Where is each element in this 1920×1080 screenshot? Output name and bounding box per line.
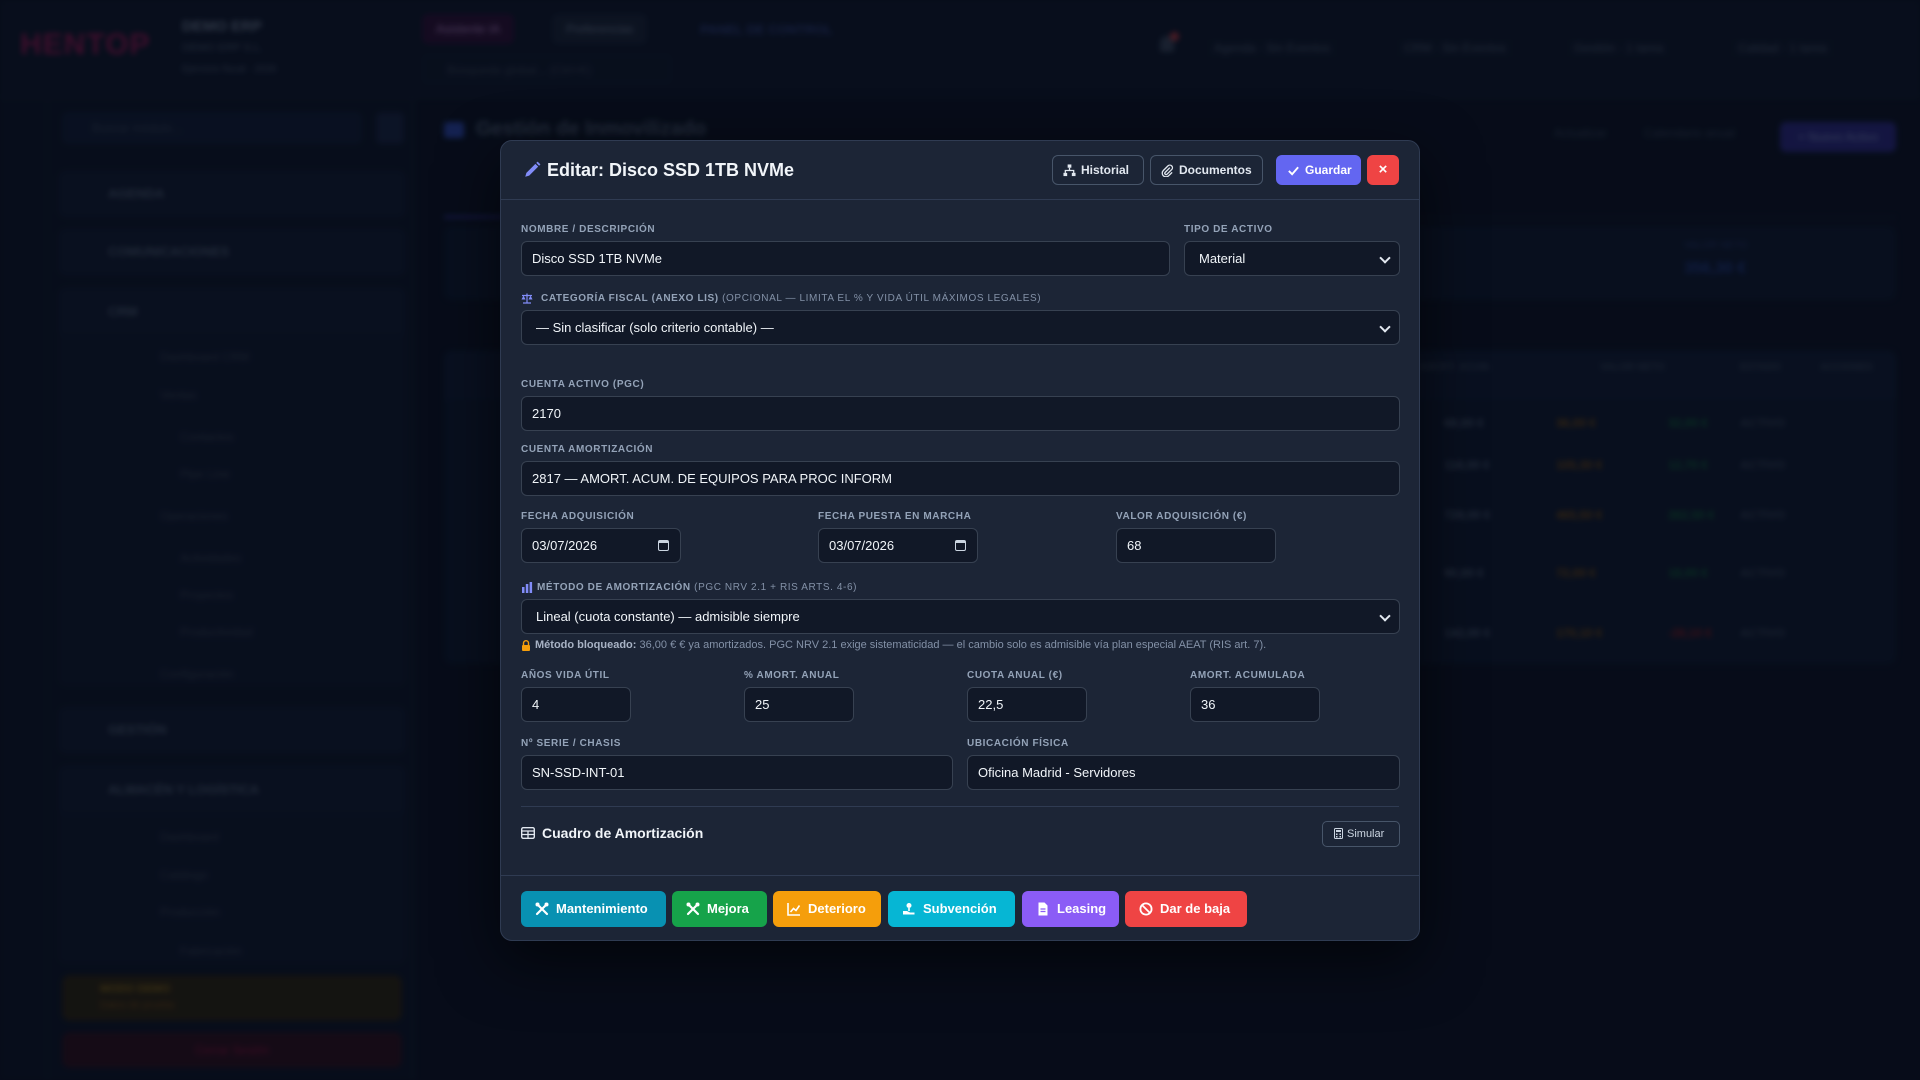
fecha-marcha-value: 03/07/2026 — [829, 538, 895, 553]
cuenta-activo-label: CUENTA ACTIVO (PGC) — [521, 379, 645, 390]
simular-button[interactable]: Simular — [1322, 821, 1400, 847]
metodo-select[interactable]: Lineal (cuota constante) — admisible sie… — [521, 599, 1400, 634]
cuota-anual-label: CUOTA ANUAL (€) — [967, 670, 1063, 681]
section-divider — [521, 806, 1399, 807]
fecha-marcha-label: FECHA PUESTA EN MARCHA — [818, 511, 972, 522]
pct-amort-input[interactable]: 25 — [744, 687, 854, 722]
dar-de-baja-label: Dar de baja — [1160, 901, 1231, 916]
modal-header: Editar: Disco SSD 1TB NVMe Historial Doc… — [501, 141, 1419, 200]
modal-title: Editar: Disco SSD 1TB NVMe — [547, 160, 795, 180]
tipo-activo-select[interactable]: Material — [1184, 241, 1400, 276]
ubicacion-input[interactable]: Oficina Madrid - Servidores — [967, 755, 1400, 790]
pct-amort-label: % AMORT. ANUAL — [744, 670, 840, 681]
subvencion-label: Subvención — [923, 901, 997, 916]
lock-icon — [522, 640, 530, 651]
serie-input[interactable]: SN-SSD-INT-01 — [521, 755, 953, 790]
fecha-adquisicion-label: FECHA ADQUISICIÓN — [521, 511, 635, 522]
pencil-icon — [525, 161, 541, 177]
valor-adquisicion-label: VALOR ADQUISICIÓN (€) — [1116, 511, 1247, 522]
simular-label: Simular — [1347, 828, 1385, 840]
documentos-label: Documentos — [1179, 163, 1252, 177]
calculator-icon — [1334, 828, 1343, 839]
close-button[interactable]: × — [1367, 155, 1399, 185]
metodo-bloqueado-text: 36,00 € € ya amortizados. PGC NRV 2.1 ex… — [639, 639, 1267, 651]
scale-icon — [521, 293, 533, 304]
edit-asset-modal: Editar: Disco SSD 1TB NVMe Historial Doc… — [500, 140, 1420, 941]
deterioro-label: Deterioro — [808, 901, 866, 916]
leasing-label: Leasing — [1057, 901, 1107, 916]
documentos-button[interactable]: Documentos — [1150, 155, 1263, 185]
cuadro-amortizacion-title: Cuadro de Amortización — [542, 825, 704, 841]
nombre-label: NOMBRE / DESCRIPCIÓN — [521, 224, 656, 235]
chart-line-icon — [787, 903, 801, 916]
categoria-note: (OPCIONAL — LIMITA EL % Y VIDA ÚTIL MÁXI… — [722, 293, 1042, 304]
historial-label: Historial — [1081, 163, 1130, 177]
cuenta-amortizacion-input[interactable]: 2817 — AMORT. ACUM. DE EQUIPOS PARA PROC… — [521, 461, 1400, 496]
anos-vida-input[interactable]: 4 — [521, 687, 631, 722]
modal-footer-divider — [501, 875, 1419, 876]
subvencion-button[interactable]: Subvención — [888, 891, 1015, 927]
historial-button[interactable]: Historial — [1052, 155, 1144, 185]
amort-acumulada-input[interactable]: 36 — [1190, 687, 1320, 722]
fecha-marcha-input[interactable]: 03/07/2026 — [818, 528, 978, 563]
file-contract-icon — [1038, 902, 1048, 916]
bar-chart-icon — [522, 582, 533, 593]
cuenta-activo-input[interactable]: 2170 — [521, 396, 1400, 431]
fecha-adquisicion-input[interactable]: 03/07/2026 — [521, 528, 681, 563]
paperclip-icon — [1161, 164, 1174, 177]
mejora-button[interactable]: Mejora — [672, 891, 767, 927]
deterioro-button[interactable]: Deterioro — [773, 891, 881, 927]
calendar-icon[interactable] — [658, 540, 669, 551]
serie-label: Nº SERIE / CHASIS — [521, 738, 621, 749]
metodo-bloqueado-bold: Método bloqueado: — [535, 639, 637, 651]
check-icon — [1288, 166, 1299, 176]
tipo-activo-label: TIPO DE ACTIVO — [1184, 224, 1273, 235]
ubicacion-label: UBICACIÓN FÍSICA — [967, 738, 1069, 749]
amort-acumulada-label: AMORT. ACUMULADA — [1190, 670, 1306, 681]
cuota-anual-input[interactable]: 22,5 — [967, 687, 1087, 722]
valor-adquisicion-input[interactable]: 68 — [1116, 528, 1276, 563]
fecha-adquisicion-value: 03/07/2026 — [532, 538, 598, 553]
cuenta-amortizacion-label: CUENTA AMORTIZACIÓN — [521, 444, 654, 455]
mantenimiento-label: Mantenimiento — [556, 901, 648, 916]
metodo-label: MÉTODO DE AMORTIZACIÓN (PGC NRV 2.1 + RI… — [537, 582, 857, 593]
ban-icon — [1139, 902, 1153, 916]
metodo-note: (PGC NRV 2.1 + RIS ARTS. 4-6) — [694, 582, 858, 593]
mantenimiento-button[interactable]: Mantenimiento — [521, 891, 666, 927]
categoria-label: CATEGORÍA FISCAL (ANEXO LIS) (OPCIONAL —… — [541, 293, 1041, 304]
categoria-label-text: CATEGORÍA FISCAL (ANEXO LIS) — [541, 293, 719, 304]
calendar-icon[interactable] — [955, 540, 966, 551]
mejora-label: Mejora — [707, 901, 749, 916]
hand-holding-icon — [903, 903, 915, 915]
metodo-bloqueado-note: Método bloqueado: 36,00 € € ya amortizad… — [535, 639, 1266, 651]
nombre-input[interactable]: Disco SSD 1TB NVMe — [521, 241, 1170, 276]
guardar-button[interactable]: Guardar — [1276, 155, 1361, 185]
tools-icon — [686, 902, 700, 916]
categoria-select[interactable]: — Sin clasificar (solo criterio contable… — [521, 310, 1400, 345]
dar-de-baja-button[interactable]: Dar de baja — [1125, 891, 1247, 927]
guardar-label: Guardar — [1305, 163, 1352, 177]
tools-icon — [535, 902, 549, 916]
leasing-button[interactable]: Leasing — [1022, 891, 1119, 927]
table-icon — [521, 827, 535, 839]
anos-vida-label: AÑOS VIDA ÚTIL — [521, 670, 610, 681]
metodo-label-text: MÉTODO DE AMORTIZACIÓN — [537, 582, 691, 593]
sitemap-icon — [1063, 164, 1076, 177]
